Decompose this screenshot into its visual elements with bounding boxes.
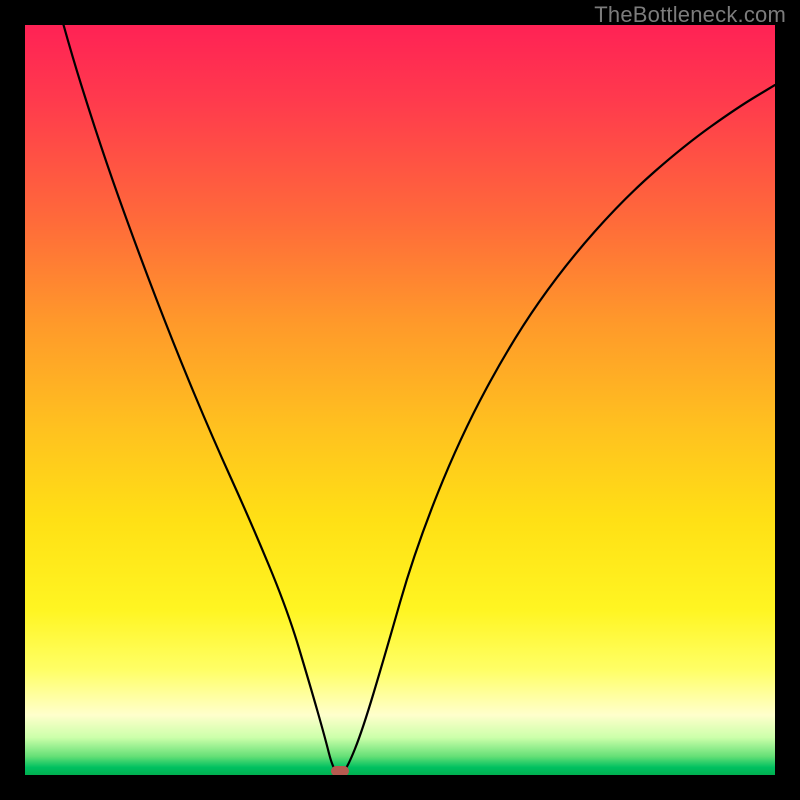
- minimum-marker: [331, 766, 349, 775]
- plot-area: [25, 25, 775, 775]
- bottleneck-curve: [25, 25, 775, 775]
- watermark-text: TheBottleneck.com: [594, 2, 786, 28]
- chart-frame: TheBottleneck.com: [0, 0, 800, 800]
